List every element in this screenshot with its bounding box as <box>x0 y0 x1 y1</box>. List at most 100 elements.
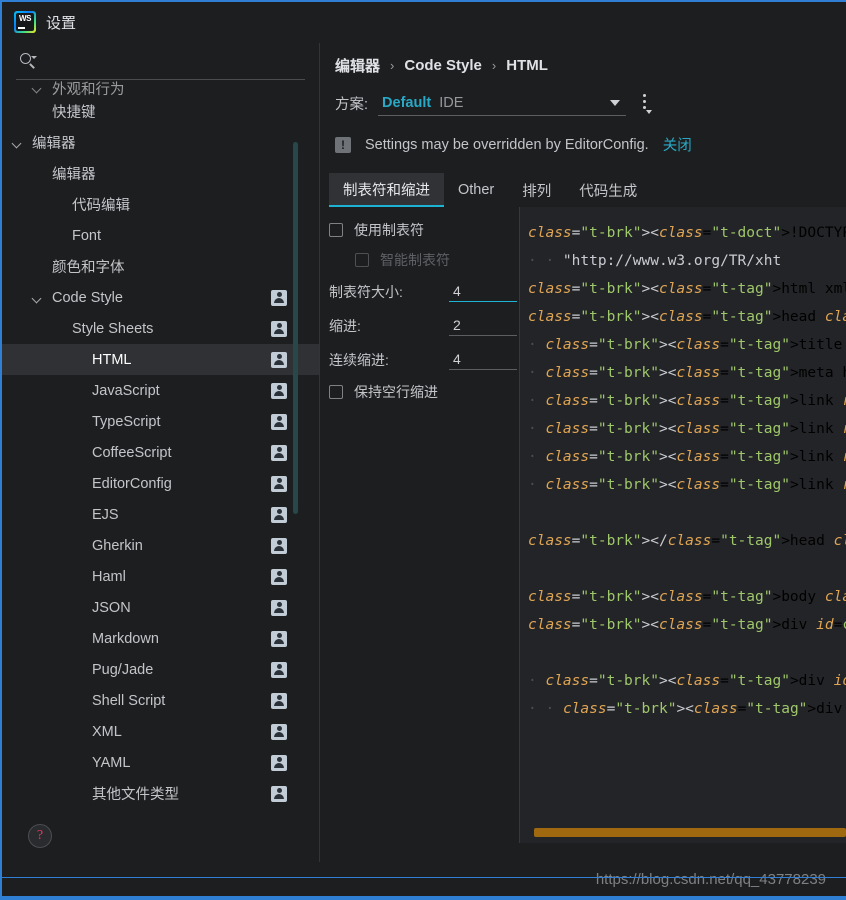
sidebar-item-label: HTML <box>92 351 132 368</box>
breadcrumb: 编辑器 › Code Style › HTML <box>321 43 846 76</box>
sidebar-item-[interactable]: 编辑器 <box>2 127 319 158</box>
sidebar-item-xml[interactable]: XML <box>2 716 319 747</box>
sidebar-item-pug-jade[interactable]: Pug/Jade <box>2 654 319 685</box>
tab-1[interactable]: Other <box>444 173 508 207</box>
code-preview-horizontal-scrollbar[interactable] <box>534 828 846 837</box>
sidebar-item-[interactable]: 外观和行为 <box>2 80 319 97</box>
sidebar-item-editorconfig[interactable]: EditorConfig <box>2 468 319 499</box>
scheme-dropdown[interactable]: Default IDE <box>378 90 627 116</box>
settings-dialog: WS 设置 外观和行为 快捷键 编辑器 编辑器 代码编辑 Font 颜色和字体 Code St… <box>0 0 846 900</box>
use-tab-character-row[interactable]: 使用制表符 <box>329 215 517 245</box>
tab-label: 制表符和缩进 <box>343 182 430 199</box>
webstorm-icon: WS <box>14 11 36 33</box>
no-arrow-spacer <box>70 415 84 429</box>
more-options-icon[interactable] <box>638 92 654 114</box>
chevron-down-icon[interactable] <box>30 81 44 95</box>
tab-label: 排列 <box>522 183 552 200</box>
indent-label: 缩进: <box>329 318 361 334</box>
sidebar-item-style-sheets[interactable]: Style Sheets <box>2 313 319 344</box>
warning-icon: ! <box>335 136 351 153</box>
person-icon <box>271 475 287 492</box>
no-arrow-spacer <box>70 787 84 801</box>
help-question-icon[interactable]: ? <box>28 824 52 848</box>
settings-tabs: 制表符和缩进 Other 排列 代码生成 <box>329 173 846 207</box>
notice-close-link[interactable]: 关闭 <box>663 134 692 155</box>
person-icon <box>271 630 287 647</box>
search-icon <box>19 52 37 70</box>
sidebar-item-label: Gherkin <box>92 537 143 554</box>
sidebar-item-label: Markdown <box>92 630 159 647</box>
keep-indents-empty-lines-checkbox[interactable] <box>329 385 343 399</box>
tabs-and-indents-form: 使用制表符 智能制表符 制表符大小: 4 缩进: 2 连续缩进: 4 保持空行缩… <box>329 215 517 407</box>
sidebar-item-font[interactable]: Font <box>2 220 319 251</box>
no-arrow-spacer <box>70 353 84 367</box>
person-icon <box>271 754 287 771</box>
sidebar-scrollbar[interactable] <box>293 142 298 514</box>
no-arrow-spacer <box>50 198 64 212</box>
sidebar-item-code-style[interactable]: Code Style <box>2 282 319 313</box>
sidebar-item-coffeescript[interactable]: CoffeeScript <box>2 437 319 468</box>
no-arrow-spacer <box>70 756 84 770</box>
sidebar-item-javascript[interactable]: JavaScript <box>2 375 319 406</box>
sidebar-item-label: EJS <box>92 506 119 523</box>
watermark-text: https://blog.csdn.net/qq_43778239 <box>595 870 826 888</box>
sidebar-item-label: Font <box>72 227 102 244</box>
code-line: · class="t-brk"><class="t-tag">meta http… <box>528 365 846 381</box>
chevron-down-icon[interactable] <box>10 136 24 150</box>
no-arrow-spacer <box>70 725 84 739</box>
scheme-row: 方案: Default IDE <box>321 76 846 116</box>
tab-size-input[interactable]: 4 <box>449 283 517 302</box>
sidebar-item-[interactable]: 颜色和字体 <box>2 251 319 282</box>
sidebar-item-label: EditorConfig <box>92 475 172 492</box>
search-input[interactable] <box>37 53 305 69</box>
scheme-suffix: IDE <box>439 94 464 111</box>
sidebar-item-label: 编辑器 <box>32 136 76 152</box>
sidebar-item-yaml[interactable]: YAML <box>2 747 319 778</box>
sidebar-item-label: 代码编辑 <box>72 198 130 214</box>
person-icon <box>271 692 287 709</box>
sidebar-item-[interactable]: 其他文件类型 <box>2 778 319 809</box>
settings-tree[interactable]: 外观和行为 快捷键 编辑器 编辑器 代码编辑 Font 颜色和字体 Code Style Sty… <box>2 80 319 862</box>
sidebar-item-ejs[interactable]: EJS <box>2 499 319 530</box>
sidebar-item-shell-script[interactable]: Shell Script <box>2 685 319 716</box>
sidebar-item-label: Shell Script <box>92 692 166 709</box>
sidebar-item-gherkin[interactable]: Gherkin <box>2 530 319 561</box>
sidebar-item-label: Style Sheets <box>72 320 154 337</box>
person-icon <box>271 413 287 430</box>
keep-indents-empty-lines-row[interactable]: 保持空行缩进 <box>329 377 517 407</box>
no-arrow-spacer <box>70 446 84 460</box>
breadcrumb-item-1[interactable]: Code Style <box>404 57 482 74</box>
sidebar-item-json[interactable]: JSON <box>2 592 319 623</box>
tab-size-value: 4 <box>453 282 461 299</box>
sidebar-item-label: JSON <box>92 599 131 616</box>
continuation-indent-label: 连续缩进: <box>329 352 389 368</box>
person-icon <box>271 382 287 399</box>
tab-size-label: 制表符大小: <box>329 284 403 300</box>
watermark-bar: https://blog.csdn.net/qq_43778239 <box>2 862 846 898</box>
sidebar-item-[interactable]: 快捷键 <box>2 96 319 127</box>
sidebar-item-[interactable]: 代码编辑 <box>2 189 319 220</box>
breadcrumb-separator: › <box>390 58 395 73</box>
tab-2[interactable]: 排列 <box>508 173 565 207</box>
indent-input[interactable]: 2 <box>449 317 517 336</box>
continuation-indent-input[interactable]: 4 <box>449 351 517 370</box>
sidebar-item-label: Pug/Jade <box>92 661 154 678</box>
chevron-down-icon[interactable] <box>30 291 44 305</box>
code-line: · class="t-brk"><class="t-tag">div id='t… <box>528 673 846 689</box>
smart-tabs-checkbox <box>355 253 369 267</box>
tab-3[interactable]: 代码生成 <box>565 173 651 207</box>
breadcrumb-item-0[interactable]: 编辑器 <box>335 55 380 76</box>
use-tab-character-checkbox[interactable] <box>329 223 343 237</box>
sidebar-item-typescript[interactable]: TypeScript <box>2 406 319 437</box>
sidebar-item-[interactable]: 编辑器 <box>2 158 319 189</box>
title-bar: WS 设置 <box>2 2 846 43</box>
sidebar-item-haml[interactable]: Haml <box>2 561 319 592</box>
indent-value: 2 <box>453 316 461 333</box>
breadcrumb-separator: › <box>491 58 497 73</box>
tab-active[interactable]: 制表符和缩进 <box>329 173 444 207</box>
code-preview-panel[interactable]: class="t-brk"><class="t-doct">!DOCTYPE h… <box>519 207 846 843</box>
sidebar-item-markdown[interactable]: Markdown <box>2 623 319 654</box>
sidebar-item-html[interactable]: HTML <box>2 344 319 375</box>
